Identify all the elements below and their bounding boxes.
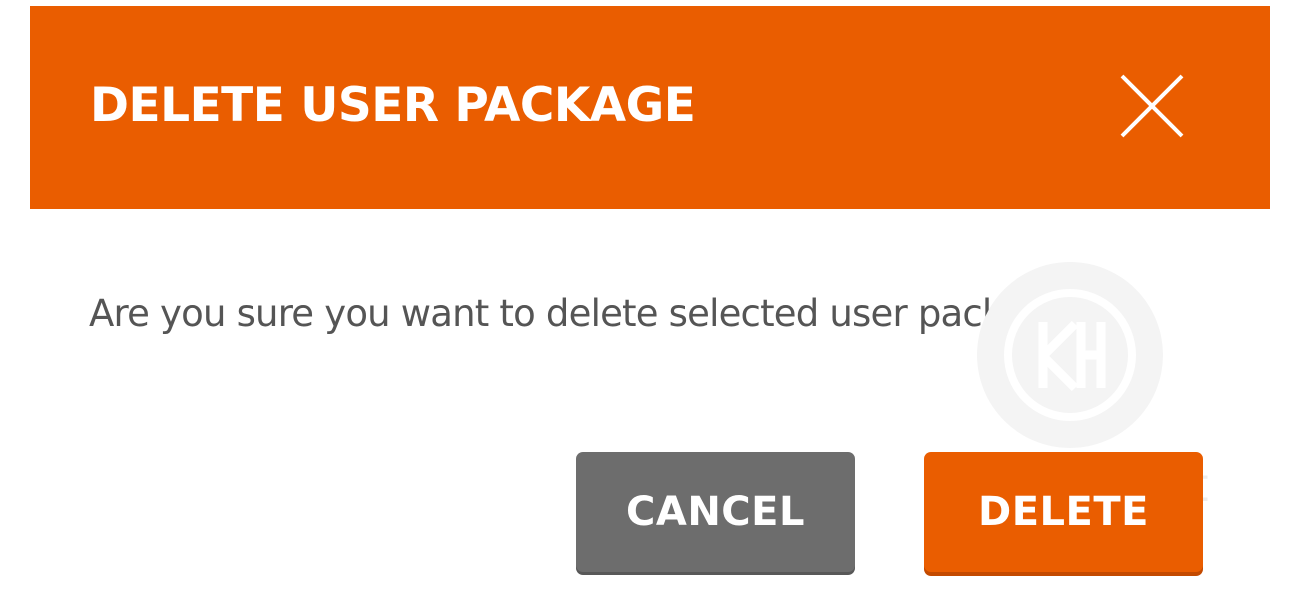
close-button[interactable] <box>1116 70 1188 142</box>
close-icon <box>1120 74 1184 138</box>
delete-button-label: DELETE <box>978 489 1149 535</box>
confirmation-message: Are you sure you want to delete selected… <box>89 292 1088 335</box>
cancel-button[interactable]: CANCEL <box>576 452 855 572</box>
cancel-button-label: CANCEL <box>626 489 805 535</box>
dialog-header: DELETE USER PACKAGE <box>30 6 1270 209</box>
delete-user-package-dialog: DELETE USER PACKAGE Are you sure you wan… <box>0 0 1297 605</box>
delete-button[interactable]: DELETE <box>924 452 1203 572</box>
dialog-title: DELETE USER PACKAGE <box>90 78 696 133</box>
